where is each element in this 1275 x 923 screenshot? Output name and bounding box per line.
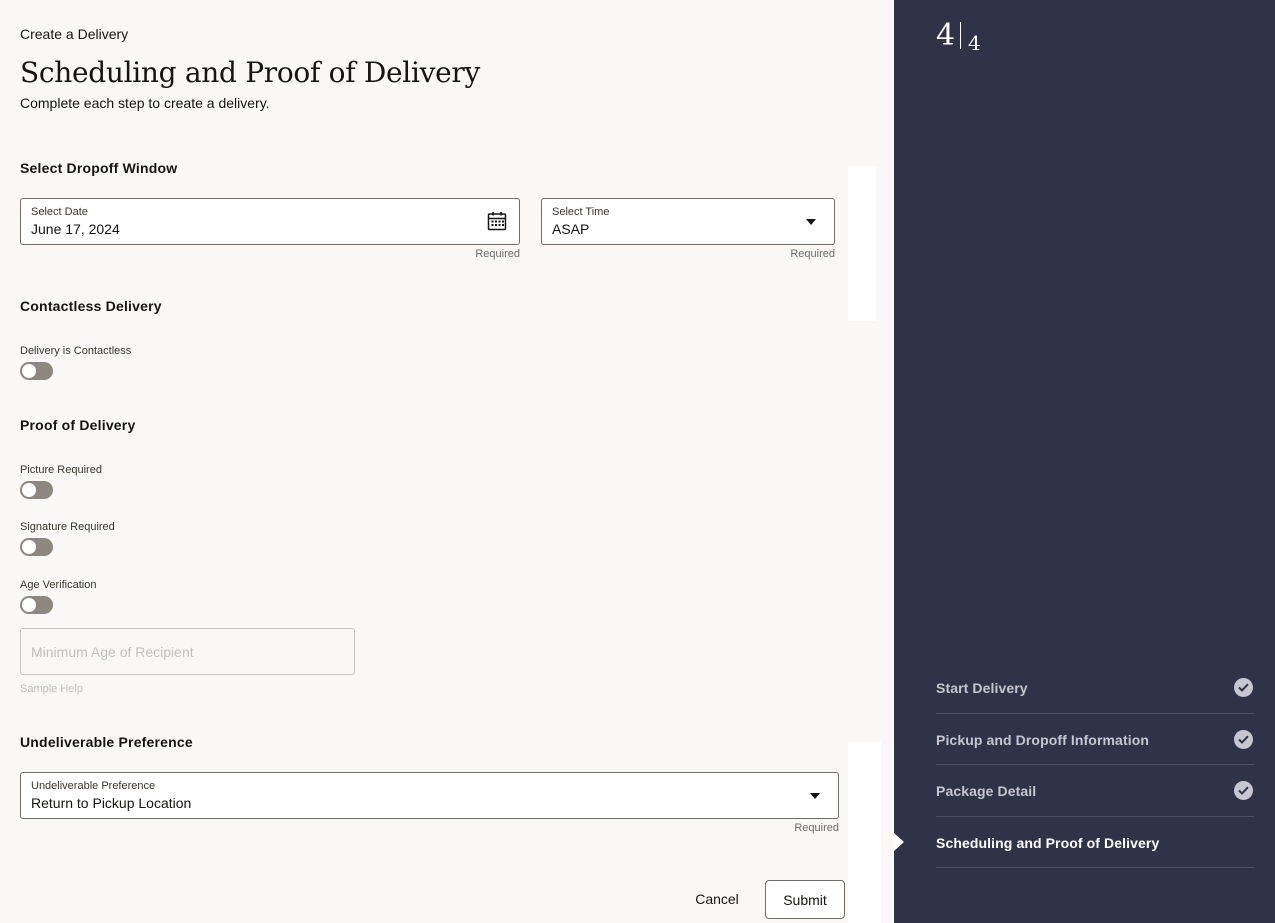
cancel-button[interactable]: Cancel — [688, 880, 746, 918]
main-panel: Create a Delivery Scheduling and Proof o… — [0, 0, 894, 923]
undeliverable-value: Return to Pickup Location — [31, 795, 192, 811]
minimum-age-help: Sample Help — [20, 683, 83, 695]
signature-toggle-label: Signature Required — [20, 521, 115, 533]
current-step-number: 4 — [936, 18, 956, 53]
toggle-knob — [22, 598, 36, 612]
select-time-helper: Required — [790, 248, 835, 260]
section-heading-proof: Proof of Delivery — [20, 417, 136, 433]
white-strip — [848, 166, 876, 321]
step-label: Start Delivery — [936, 680, 1028, 696]
age-toggle-label: Age Verification — [20, 579, 97, 591]
check-circle-icon — [1234, 781, 1253, 800]
train-step-pickup-dropoff[interactable]: Pickup and Dropoff Information — [936, 714, 1254, 765]
contactless-toggle-label: Delivery is Contactless — [20, 345, 132, 357]
page-title: Scheduling and Proof of Delivery — [20, 56, 480, 89]
undeliverable-helper: Required — [794, 822, 839, 834]
toggle-knob — [22, 483, 36, 497]
train-steps: Start Delivery Pickup and Dropoff Inform… — [936, 662, 1254, 868]
section-heading-contactless: Contactless Delivery — [20, 298, 162, 314]
toggle-knob — [22, 540, 36, 554]
train-step-start-delivery[interactable]: Start Delivery — [936, 662, 1254, 714]
select-time-value: ASAP — [552, 221, 590, 237]
submit-button[interactable]: Submit — [765, 880, 845, 919]
active-step-pointer-icon — [894, 833, 904, 851]
select-date-value: June 17, 2024 — [31, 221, 120, 237]
select-date-field[interactable]: Select Date June 17, 2024 — [20, 198, 520, 245]
train-step-scheduling[interactable]: Scheduling and Proof of Delivery — [936, 817, 1254, 868]
undeliverable-label: Undeliverable Preference — [31, 780, 156, 792]
train-step-package-detail[interactable]: Package Detail — [936, 765, 1254, 817]
check-circle-icon — [1234, 678, 1253, 697]
white-strip — [848, 742, 881, 923]
undeliverable-preference-select[interactable]: Undeliverable Preference Return to Picku… — [20, 772, 839, 819]
toggle-knob — [22, 364, 36, 378]
picture-toggle-label: Picture Required — [20, 464, 102, 476]
check-circle-icon — [1234, 729, 1253, 749]
chevron-down-icon[interactable] — [806, 219, 816, 225]
select-time-label: Select Time — [552, 206, 610, 218]
select-date-label: Select Date — [31, 206, 88, 218]
step-label: Pickup and Dropoff Information — [936, 731, 1149, 748]
total-steps-number: 4 — [968, 31, 981, 55]
picture-required-toggle[interactable] — [20, 481, 53, 499]
select-date-helper: Required — [475, 248, 520, 260]
step-label: Scheduling and Proof of Delivery — [936, 834, 1160, 851]
chevron-down-icon[interactable] — [810, 793, 820, 799]
page-subtitle: Complete each step to create a delivery. — [20, 95, 270, 111]
signature-required-toggle[interactable] — [20, 538, 53, 556]
minimum-age-input: Minimum Age of Recipient — [20, 628, 355, 675]
breadcrumb: Create a Delivery — [20, 26, 129, 42]
counter-divider — [960, 22, 961, 49]
age-verification-toggle[interactable] — [20, 596, 53, 614]
contactless-toggle[interactable] — [20, 362, 53, 380]
section-heading-undeliverable: Undeliverable Preference — [20, 734, 193, 750]
select-time-field[interactable]: Select Time ASAP — [541, 198, 835, 245]
calendar-icon[interactable] — [487, 211, 507, 236]
section-heading-dropoff: Select Dropoff Window — [20, 160, 178, 176]
minimum-age-placeholder: Minimum Age of Recipient — [31, 644, 194, 660]
step-label: Package Detail — [936, 783, 1037, 799]
